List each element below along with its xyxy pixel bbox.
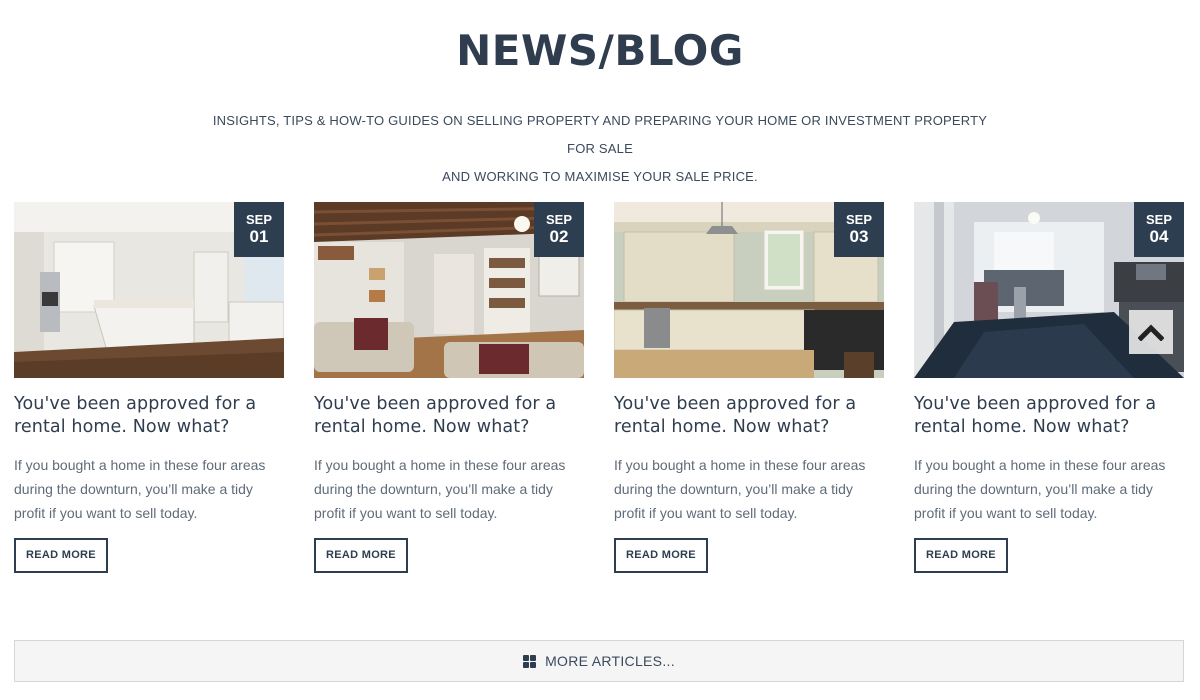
blog-excerpt: If you bought a home in these four areas… bbox=[614, 457, 866, 521]
blog-title[interactable]: You've been approved for a rental home. … bbox=[14, 393, 284, 439]
blog-title[interactable]: You've been approved for a rental home. … bbox=[314, 393, 584, 439]
date-month: SEP bbox=[1145, 212, 1172, 227]
more-articles-label: MORE ARTICLES... bbox=[545, 653, 675, 669]
intro-line-1: INSIGHTS, TIPS & HOW-TO GUIDES ON SELLIN… bbox=[212, 113, 988, 156]
read-more-button[interactable]: READ MORE bbox=[14, 538, 108, 573]
date-month: SEP bbox=[845, 212, 872, 227]
date-day: 04 bbox=[1149, 227, 1169, 246]
date-day: 02 bbox=[549, 227, 569, 246]
blog-excerpt: If you bought a home in these four areas… bbox=[914, 457, 1166, 521]
date-badge: SEP 03 bbox=[834, 202, 884, 257]
scroll-to-top-button[interactable] bbox=[1129, 310, 1173, 354]
grid-icon bbox=[523, 654, 537, 668]
chevron-up-icon bbox=[1138, 324, 1164, 341]
date-month: SEP bbox=[245, 212, 272, 227]
date-month: SEP bbox=[545, 212, 572, 227]
section-intro: INSIGHTS, TIPS & HOW-TO GUIDES ON SELLIN… bbox=[200, 107, 1000, 191]
blog-excerpt: If you bought a home in these four areas… bbox=[314, 457, 566, 521]
date-badge: SEP 04 bbox=[1134, 202, 1184, 257]
blog-card: SEP 01 You've been approved for a rental… bbox=[14, 202, 284, 573]
read-more-button[interactable]: READ MORE bbox=[614, 538, 708, 573]
date-day: 03 bbox=[849, 227, 869, 246]
blog-card: SEP 03 You've been approved for a rental… bbox=[614, 202, 884, 573]
read-more-button[interactable]: READ MORE bbox=[314, 538, 408, 573]
blog-title[interactable]: You've been approved for a rental home. … bbox=[914, 393, 1184, 439]
page-title: NEWS/BLOG bbox=[456, 26, 744, 75]
blog-title[interactable]: You've been approved for a rental home. … bbox=[614, 393, 884, 439]
blog-image[interactable]: SEP 03 bbox=[614, 202, 884, 378]
blog-excerpt: If you bought a home in these four areas… bbox=[14, 457, 266, 521]
blog-image[interactable]: SEP 01 bbox=[14, 202, 284, 378]
date-badge: SEP 02 bbox=[534, 202, 584, 257]
blog-card: SEP 02 You've been approved for a rental… bbox=[314, 202, 584, 573]
blog-card: SEP 04 You've been approved for a rental… bbox=[914, 202, 1184, 573]
read-more-button[interactable]: READ MORE bbox=[914, 538, 1008, 573]
intro-line-2: AND WORKING TO MAXIMISE YOUR SALE PRICE. bbox=[442, 169, 758, 184]
date-day: 01 bbox=[249, 227, 269, 246]
more-articles-button[interactable]: MORE ARTICLES... bbox=[14, 640, 1184, 682]
blog-image[interactable]: SEP 02 bbox=[314, 202, 584, 378]
date-badge: SEP 01 bbox=[234, 202, 284, 257]
